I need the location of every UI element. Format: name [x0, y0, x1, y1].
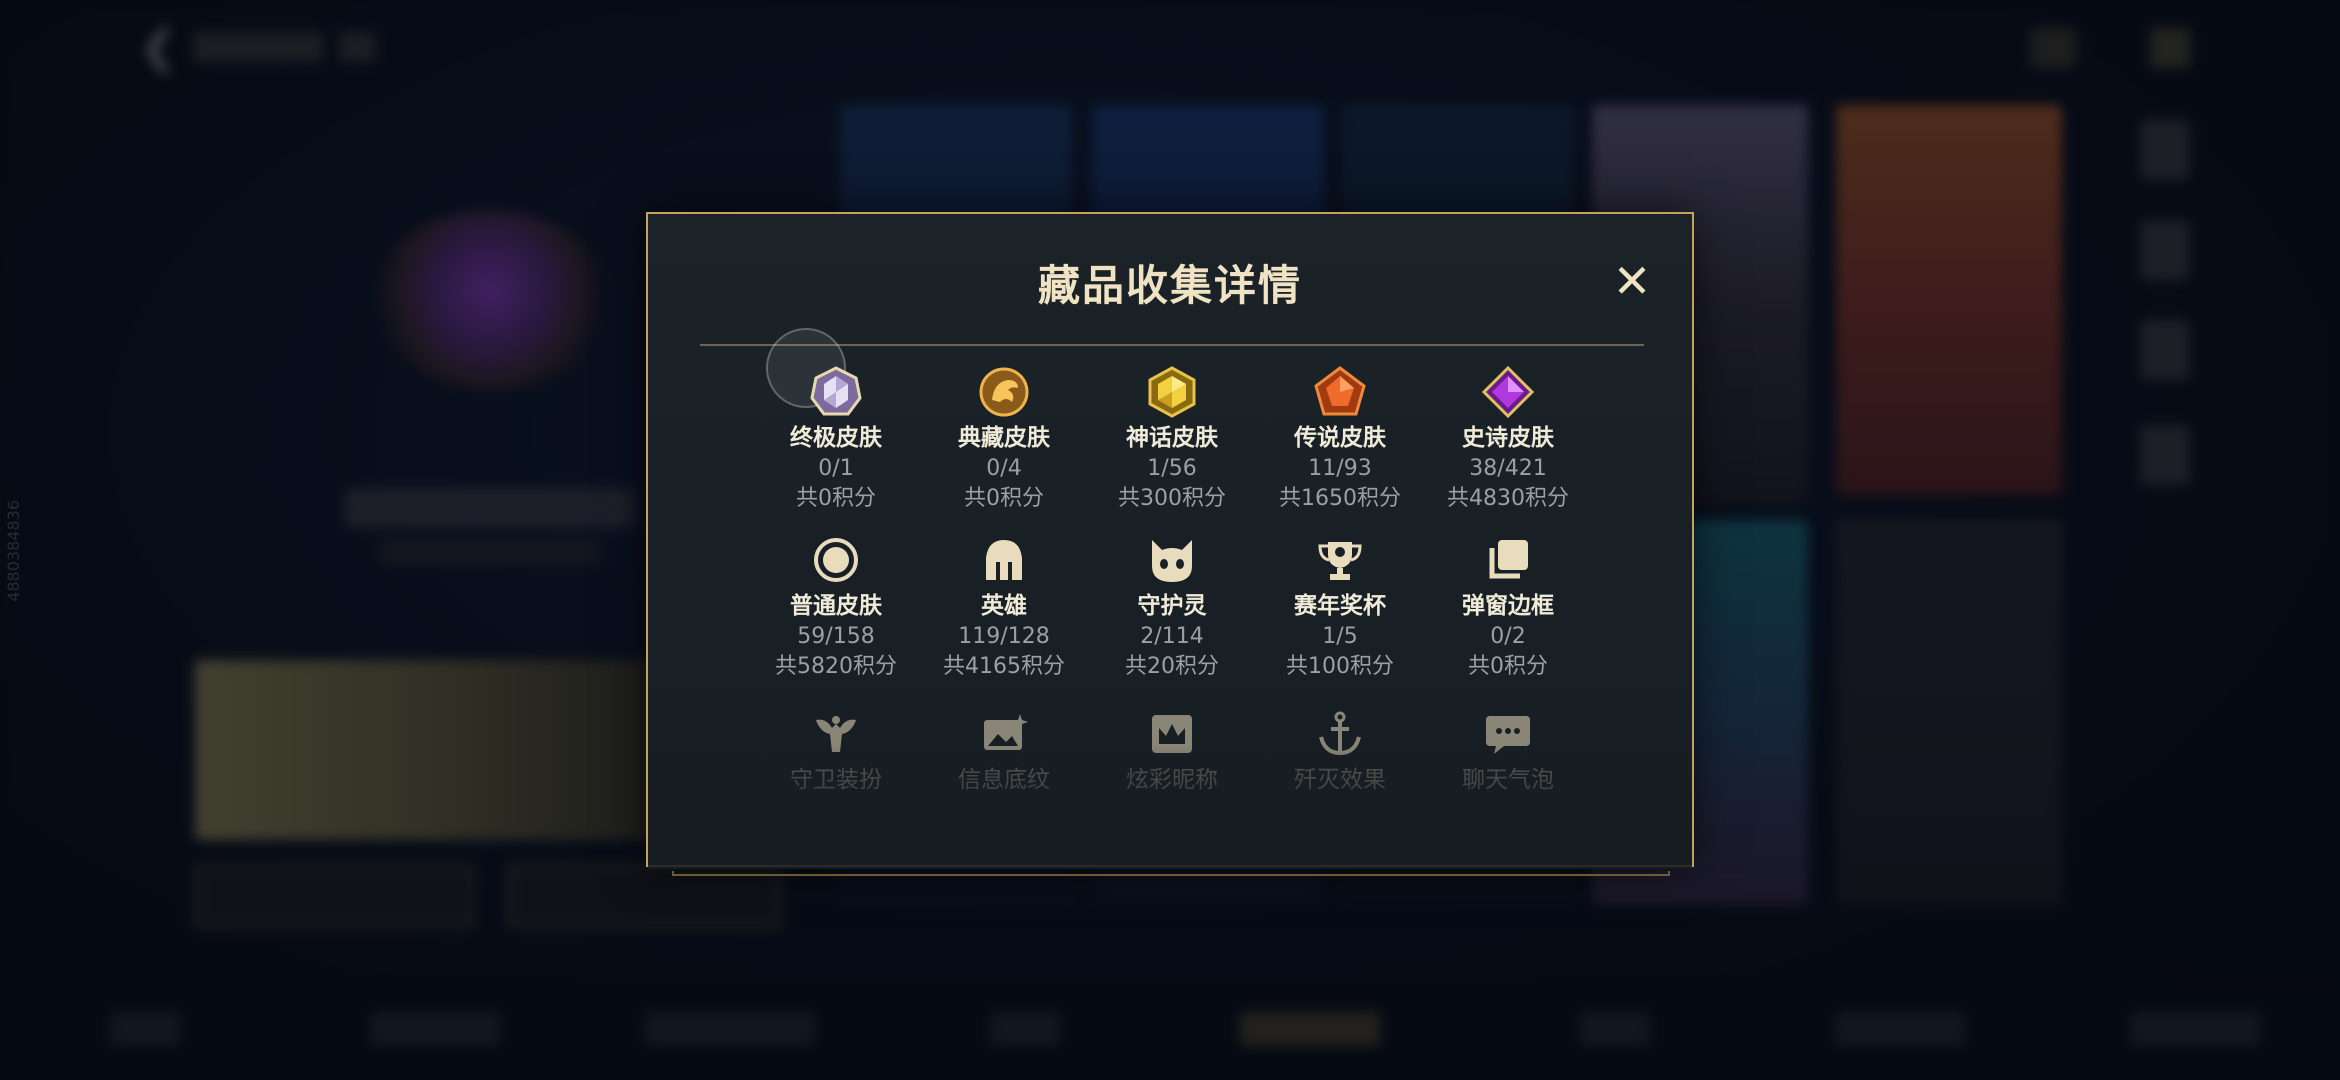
item-points: 共20积分	[1125, 654, 1219, 679]
item-label: 典藏皮肤	[958, 425, 1050, 451]
item-points: 共100积分	[1286, 654, 1394, 679]
close-button[interactable]: ✕	[1608, 258, 1656, 306]
item-count: 0/4	[986, 456, 1022, 481]
item-points: 共4165积分	[943, 654, 1065, 679]
trophy-icon	[1312, 532, 1368, 588]
collection-item-legendary-skin[interactable]: 传说皮肤 11/93 共1650积分	[1260, 364, 1420, 514]
item-points: 共0积分	[964, 486, 1044, 511]
collection-details-modal: 藏品收集详情 ✕ 终极皮肤 0/1 共0积分 典藏皮肤 0/4 共0积分 神话皮…	[646, 212, 1694, 869]
item-count: 0/2	[1490, 624, 1526, 649]
chat-bubble-icon	[1480, 706, 1536, 762]
collection-item-champion[interactable]: 英雄 119/128 共4165积分	[924, 532, 1084, 682]
info-card-icon	[976, 706, 1032, 762]
item-label: 神话皮肤	[1126, 425, 1218, 451]
item-count: 2/114	[1140, 624, 1204, 649]
collection-item-guardian-spirit[interactable]: 守护灵 2/114 共20积分	[1092, 532, 1252, 682]
item-count: 59/158	[797, 624, 875, 649]
collection-item-ward-skin[interactable]: 守卫装扮	[756, 706, 916, 796]
item-label: 传说皮肤	[1294, 425, 1386, 451]
item-count: 1/5	[1322, 624, 1358, 649]
popup-frame-icon	[1480, 532, 1536, 588]
item-points: 共0积分	[796, 486, 876, 511]
ultimate-skin-gem-icon	[808, 364, 864, 420]
item-label: 弹窗边框	[1462, 593, 1554, 619]
collection-item-colorful-nickname[interactable]: 炫彩昵称	[1092, 706, 1252, 796]
item-label: 史诗皮肤	[1462, 425, 1554, 451]
normal-skin-ring-icon	[808, 532, 864, 588]
item-label: 歼灭效果	[1294, 767, 1386, 793]
collection-item-chat-bubble[interactable]: 聊天气泡	[1428, 706, 1588, 796]
collection-item-epic-skin[interactable]: 史诗皮肤 38/421 共4830积分	[1428, 364, 1588, 514]
mythic-skin-gem-icon	[1144, 364, 1200, 420]
collection-item-prestige-skin[interactable]: 典藏皮肤 0/4 共0积分	[924, 364, 1084, 514]
anchor-effect-icon	[1312, 706, 1368, 762]
modal-title: 藏品收集详情	[1037, 261, 1302, 310]
item-label: 信息底纹	[958, 767, 1050, 793]
item-count: 0/1	[818, 456, 854, 481]
item-points: 共300积分	[1118, 486, 1226, 511]
collection-item-info-card[interactable]: 信息底纹	[924, 706, 1084, 796]
item-label: 聊天气泡	[1462, 767, 1554, 793]
item-label: 终极皮肤	[790, 425, 882, 451]
item-count: 11/93	[1308, 456, 1372, 481]
modal-bottom-trim	[672, 871, 1670, 876]
champion-helmet-icon	[976, 532, 1032, 588]
collection-item-annihilation-effect[interactable]: 歼灭效果	[1260, 706, 1420, 796]
colorful-nickname-icon	[1144, 706, 1200, 762]
collection-item-ultimate-skin[interactable]: 终极皮肤 0/1 共0积分	[756, 364, 916, 514]
item-count: 38/421	[1469, 456, 1547, 481]
item-points: 共1650积分	[1279, 486, 1401, 511]
item-label: 英雄	[981, 593, 1027, 619]
collection-item-popup-frame[interactable]: 弹窗边框 0/2 共0积分	[1428, 532, 1588, 682]
collection-item-season-trophy[interactable]: 赛年奖杯 1/5 共100积分	[1260, 532, 1420, 682]
item-label: 普通皮肤	[790, 593, 882, 619]
prestige-skin-dragon-icon	[976, 364, 1032, 420]
item-label: 赛年奖杯	[1294, 593, 1386, 619]
item-points: 共5820积分	[775, 654, 897, 679]
item-points: 共4830积分	[1447, 486, 1569, 511]
epic-skin-gem-icon	[1480, 364, 1536, 420]
item-label: 炫彩昵称	[1126, 767, 1218, 793]
item-count: 1/56	[1147, 456, 1197, 481]
item-count: 119/128	[958, 624, 1050, 649]
item-label: 守护灵	[1137, 593, 1207, 619]
legendary-skin-gem-icon	[1312, 364, 1368, 420]
ward-skin-icon	[808, 706, 864, 762]
collection-item-normal-skin[interactable]: 普通皮肤 59/158 共5820积分	[756, 532, 916, 682]
collection-item-mythic-skin[interactable]: 神话皮肤 1/56 共300积分	[1092, 364, 1252, 514]
item-points: 共0积分	[1468, 654, 1548, 679]
title-divider	[700, 344, 1644, 346]
guardian-spirit-icon	[1144, 532, 1200, 588]
item-label: 守卫装扮	[790, 767, 882, 793]
